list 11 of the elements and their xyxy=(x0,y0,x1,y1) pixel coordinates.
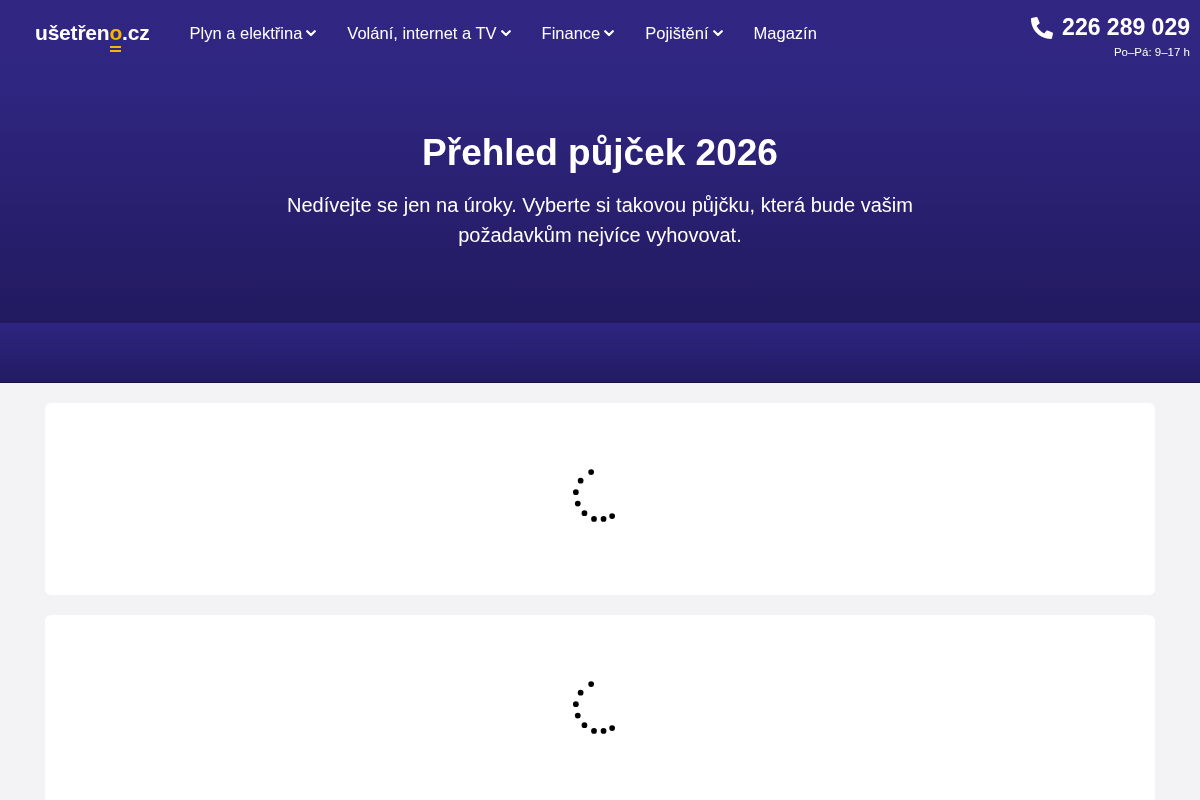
nav-link[interactable]: Pojištění xyxy=(645,24,723,43)
nav-link[interactable]: Finance xyxy=(541,24,615,43)
page-subtitle: Nedívejte se jen na úroky. Vyberte si takovou půjčku, která bude vašim požadavkům nejvíce vyhovovat. xyxy=(286,193,914,248)
phone-link[interactable]: 226 289 029 xyxy=(1031,14,1190,41)
nav-link[interactable]: Magazín xyxy=(753,24,817,43)
phone-icon xyxy=(1031,16,1054,39)
nav-link[interactable]: Volání, internet a TV xyxy=(347,24,511,43)
nav-link[interactable]: Plyn a elektřina xyxy=(189,24,317,43)
page-title: Přehled půjček 2026 xyxy=(422,131,778,175)
opening-hours: Po–Pá: 9–17 h xyxy=(1113,46,1190,58)
logo[interactable]: ušetřeno.cz xyxy=(35,21,150,45)
